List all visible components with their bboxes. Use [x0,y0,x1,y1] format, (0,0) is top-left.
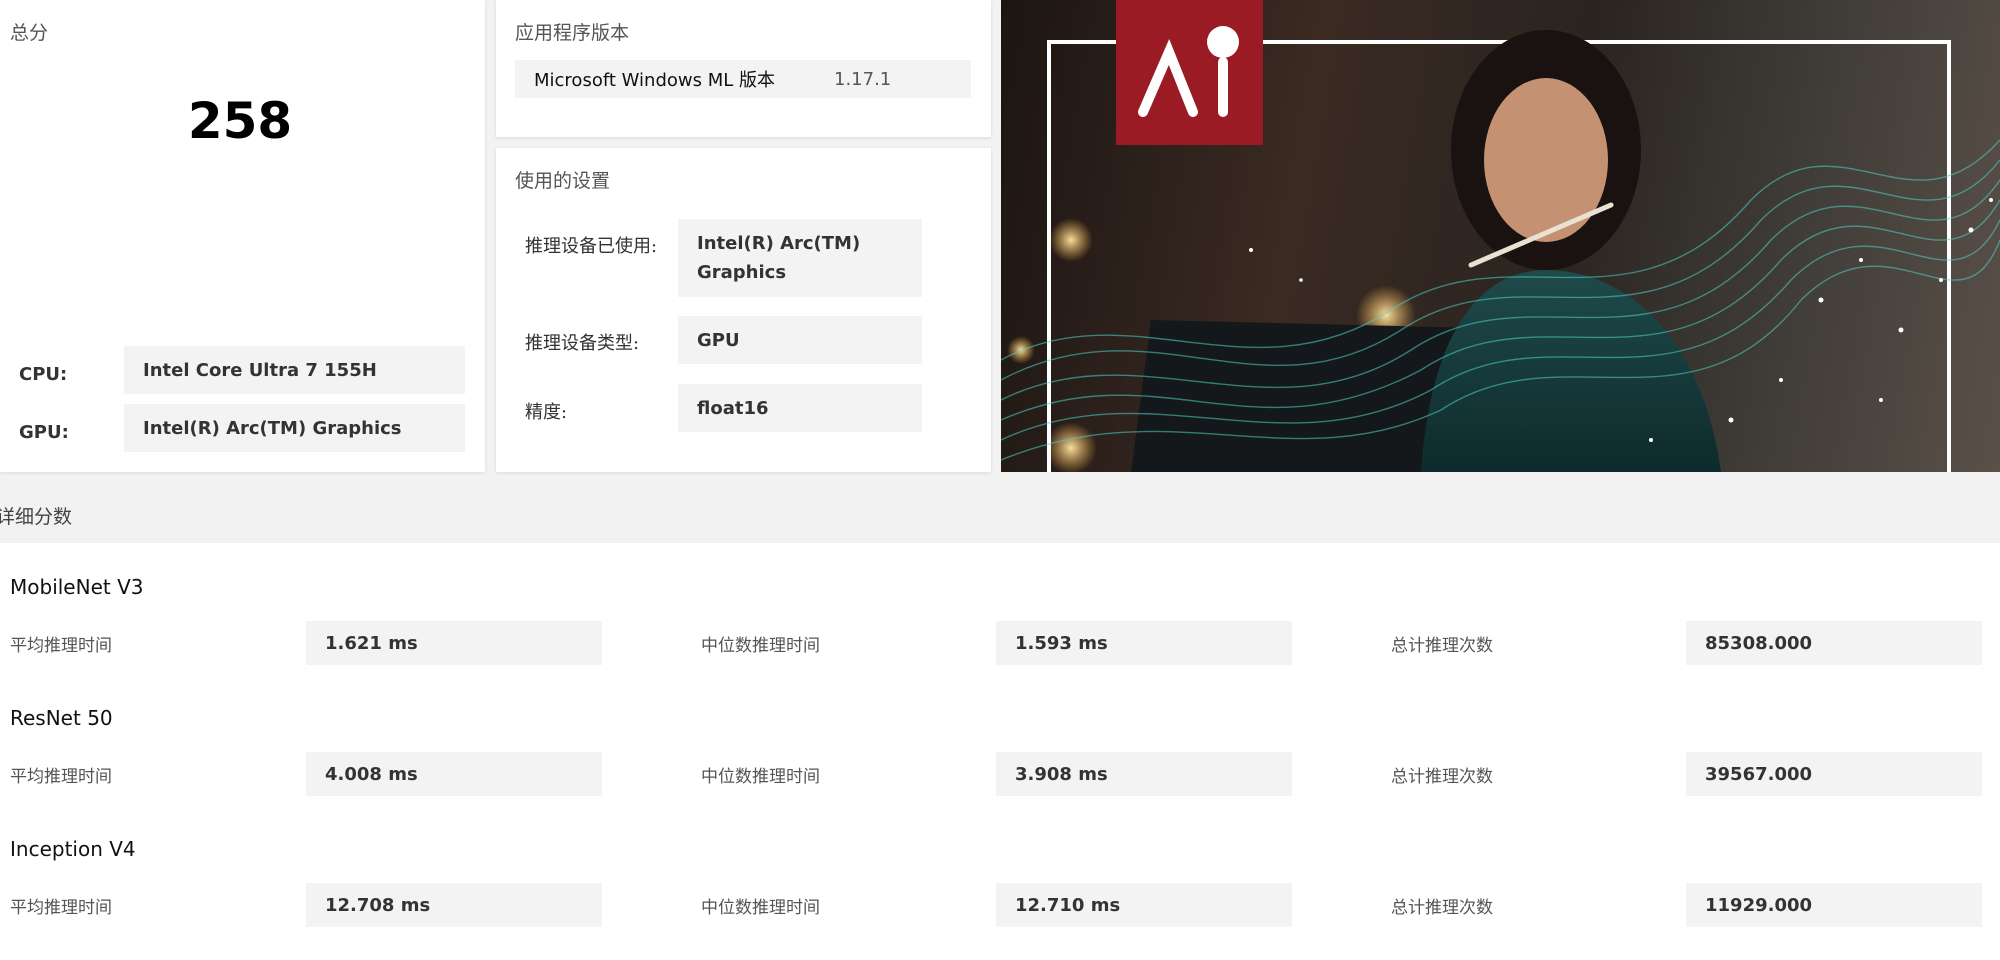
gpu-value: Intel(R) Arc(TM) Graphics [124,404,465,452]
model-name-resnet-50: ResNet 50 [10,706,113,730]
device-type-label: 推理设备类型: [525,333,640,354]
inference-device-value-line1: Intel(R) Arc(TM) [697,233,861,254]
overall-score-value: 258 [187,92,293,150]
version-name: Microsoft Windows ML 版本 [534,70,775,91]
model-name-inception-v4: Inception V4 [10,837,136,861]
inference-device-value: Intel(R) Arc(TM) Graphics [678,219,922,297]
model-name-mobilenet-v3: MobileNet V3 [10,575,144,599]
settings-title: 使用的设置 [515,170,611,192]
inception-median-value: 12.710 ms [996,883,1292,927]
face-shape [1484,78,1608,242]
resnet-count-value: 39567.000 [1686,752,1982,796]
mobilenet-median-value: 1.593 ms [996,621,1292,665]
precision-label: 精度: [525,402,568,423]
cpu-label: CPU: [19,364,68,385]
banner-illustration [1001,0,2000,472]
device-type-value: GPU [678,316,922,364]
inference-device-label: 推理设备已使用: [525,236,658,257]
mobilenet-avg-value: 1.621 ms [306,621,602,665]
median-inference-label: 中位数推理时间 [701,636,820,656]
bokeh-light [1049,218,1093,262]
ai-logo-background [1116,0,1263,145]
cpu-value: Intel Core Ultra 7 155H [124,346,465,394]
inception-count-value: 11929.000 [1686,883,1982,927]
avg-inference-label: 平均推理时间 [10,898,112,918]
resnet-avg-value: 4.008 ms [306,752,602,796]
mobilenet-count-value: 85308.000 [1686,621,1982,665]
version-row: Microsoft Windows ML 版本 1.17.1 [515,60,971,98]
avg-inference-label: 平均推理时间 [10,636,112,656]
detail-scores-panel: MobileNet V3 平均推理时间 1.621 ms 中位数推理时间 1.5… [0,543,2000,960]
version-number: 1.17.1 [834,68,892,90]
inception-avg-value: 12.708 ms [306,883,602,927]
bokeh-light [1045,422,1097,472]
inference-device-value-line2: Graphics [697,262,787,283]
overall-score-card: 总分 258 CPU: Intel Core Ultra 7 155H GPU:… [0,0,485,472]
app-version-card: 应用程序版本 Microsoft Windows ML 版本 1.17.1 [496,0,991,137]
resnet-median-value: 3.908 ms [996,752,1292,796]
avg-inference-label: 平均推理时间 [10,767,112,787]
total-inference-label: 总计推理次数 [1391,898,1493,918]
hero-banner-image [1001,0,2000,472]
median-inference-label: 中位数推理时间 [701,898,820,918]
detail-scores-title: 详细分数 [0,506,73,528]
total-inference-label: 总计推理次数 [1391,767,1493,787]
precision-value: float16 [678,384,922,432]
settings-card: 使用的设置 推理设备已使用: Intel(R) Arc(TM) Graphics… [496,148,991,472]
app-version-title: 应用程序版本 [515,22,630,44]
ai-logo-dot [1207,26,1239,58]
overall-score-title: 总分 [10,22,49,44]
total-inference-label: 总计推理次数 [1391,636,1493,656]
gpu-label: GPU: [19,422,69,443]
median-inference-label: 中位数推理时间 [701,767,820,787]
